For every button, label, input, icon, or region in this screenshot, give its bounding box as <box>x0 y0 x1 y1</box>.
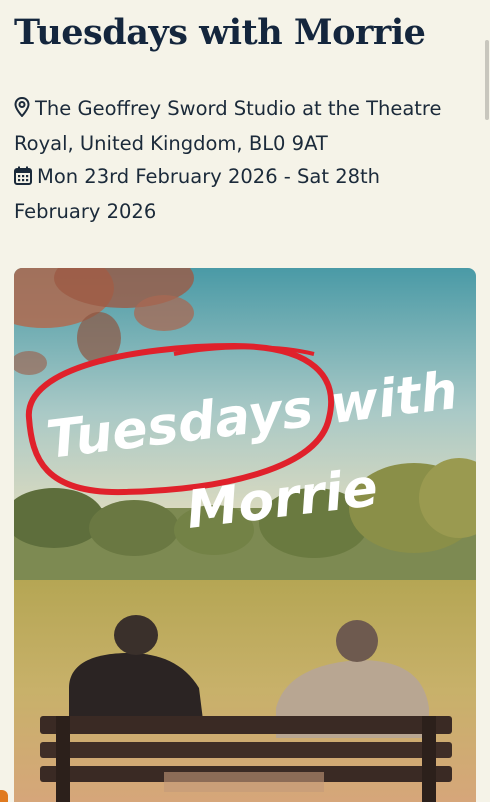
event-info: The Geoffrey Sword Studio at the Theatre… <box>14 92 464 228</box>
calendar-icon <box>14 162 32 195</box>
page-title: Tuesdays with Morrie <box>14 12 426 53</box>
corner-accent <box>0 790 8 802</box>
event-page: Tuesdays with Morrie The Geoffrey Sword … <box>0 0 490 802</box>
scrollbar[interactable] <box>485 40 489 120</box>
event-poster-image[interactable]: Tuesdays with Morrie <box>14 268 476 802</box>
event-location: The Geoffrey Sword Studio at the Theatre… <box>14 92 464 160</box>
event-dates: Mon 23rd February 2026 - Sat 28th Februa… <box>14 160 464 228</box>
map-pin-icon <box>14 94 30 127</box>
dates-text: Mon 23rd February 2026 - Sat 28th Februa… <box>14 165 381 223</box>
location-text: The Geoffrey Sword Studio at the Theatre… <box>14 97 442 155</box>
